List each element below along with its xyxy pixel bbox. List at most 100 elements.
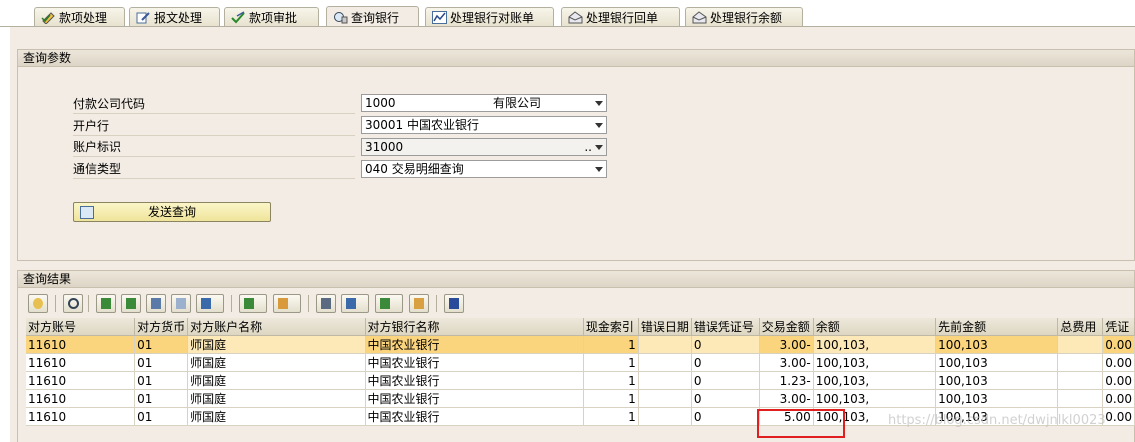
cell: 0 (691, 371, 760, 390)
cell (638, 353, 692, 372)
print-icon[interactable] (316, 294, 336, 313)
tab-process-bank-balance[interactable]: 处理银行余额 (685, 7, 803, 26)
cell (1057, 371, 1104, 390)
search-icon[interactable] (63, 294, 83, 313)
cell: 中国农业银行 (365, 371, 584, 390)
cell: 师国庭 (187, 353, 366, 372)
column-header[interactable]: 现金索引 (583, 318, 639, 336)
send-query-label: 发送查询 (147, 205, 196, 219)
cell: 1 (583, 353, 639, 372)
filter-icon[interactable] (196, 294, 224, 313)
column-header[interactable]: 交易金额 (759, 318, 814, 336)
company-code-dropdown[interactable]: 1000 有限公司 (361, 94, 607, 112)
cell: 1.23- (759, 371, 814, 390)
company-code-value: 1000 (365, 96, 396, 110)
cell: 3.00- (759, 353, 814, 372)
column-header[interactable]: 总费用 (1057, 318, 1104, 336)
cell: 11610 (26, 389, 136, 408)
bank-dropdown[interactable]: 30001 中国农业银行 (361, 116, 607, 134)
table-row[interactable]: 11610 01 师国庭 中国农业银行 1 0 3.00- 100,103, 1… (26, 335, 1135, 354)
bank-value: 30001 中国农业银行 (365, 118, 479, 132)
column-header[interactable]: 对方账户名称 (187, 318, 366, 336)
tab-payment-processing[interactable]: 款项处理 (34, 7, 125, 26)
cell (638, 389, 692, 408)
table-row[interactable]: 11610 01 师国庭 中国农业银行 1 0 3.00- 100,103, 1… (26, 353, 1135, 372)
column-header[interactable]: 凭证 (1102, 318, 1135, 336)
find-icon[interactable] (146, 294, 166, 313)
tab-process-bank-statement[interactable]: 处理银行对账单 (425, 7, 554, 26)
column-header[interactable]: 先前金额 (935, 318, 1059, 336)
column-header[interactable]: 错误日期 (638, 318, 692, 336)
details-icon[interactable] (28, 294, 48, 313)
chevron-down-icon (595, 123, 603, 128)
sort-asc-icon[interactable] (96, 294, 116, 313)
sort-desc-icon[interactable] (121, 294, 141, 313)
column-header[interactable]: 对方货币 (134, 318, 189, 336)
sum-icon[interactable] (239, 294, 267, 313)
column-header[interactable]: 错误凭证号 (691, 318, 760, 336)
cell: 1 (583, 389, 639, 408)
cell: 01 (134, 335, 189, 354)
comm-type-value: 040 交易明细查询 (365, 162, 464, 176)
tab-label: 报文处理 (154, 10, 203, 25)
cell: 中国农业银行 (365, 407, 584, 426)
send-icon (80, 206, 94, 219)
send-query-button[interactable]: 发送查询 (73, 202, 271, 222)
tab-strip: 款项处理 报文处理 款项审批 查询银行 处理银行对账单 处理银行回单 处理银行余… (0, 0, 1135, 28)
cell: 100,103, (813, 335, 937, 354)
views-icon[interactable] (341, 294, 369, 313)
tab-process-bank-receipt[interactable]: 处理银行回单 (561, 7, 680, 26)
info-icon[interactable] (444, 294, 464, 313)
tab-message-processing[interactable]: 报文处理 (129, 7, 220, 26)
cell: 11610 (26, 407, 136, 426)
layout-icon[interactable] (409, 294, 429, 313)
tab-label: 款项处理 (59, 10, 108, 25)
account-id-dropdown[interactable]: 31000 .. (361, 138, 607, 156)
cell: 师国庭 (187, 407, 366, 426)
tab-label: 查询银行 (351, 10, 400, 25)
highlight-box (757, 409, 845, 438)
column-header[interactable]: 余额 (813, 318, 937, 336)
pen-edit-icon (136, 11, 151, 24)
cell: 1 (583, 371, 639, 390)
find-next-icon[interactable] (171, 294, 191, 313)
cell: 1 (583, 335, 639, 354)
cell: 100,103, (813, 371, 937, 390)
tab-label: 处理银行回单 (586, 10, 659, 25)
divider (88, 295, 89, 312)
cell: 师国庭 (187, 371, 366, 390)
cell: 3.00- (759, 389, 814, 408)
cell: 100,103 (935, 335, 1059, 354)
cell (1057, 389, 1104, 408)
table-row[interactable]: 11610 01 师国庭 中国农业银行 1 0 1.23- 100,103, 1… (26, 371, 1135, 390)
pen-check-icon (41, 11, 56, 25)
checkmark-icon (231, 10, 246, 24)
comm-type-dropdown[interactable]: 040 交易明细查询 (361, 160, 607, 178)
chevron-down-icon (595, 101, 603, 106)
cell: 0.00 (1102, 335, 1135, 354)
column-header[interactable]: 对方银行名称 (365, 318, 584, 336)
export-icon[interactable] (375, 294, 403, 313)
watermark: https://blog.csdn.net/dwjnlkl0023 (888, 413, 1106, 428)
subtotal-icon[interactable] (273, 294, 301, 313)
results-table: 对方账号 对方货币 对方账户名称 对方银行名称 现金索引 错误日期 错误凭证号 … (26, 318, 1135, 426)
cell: 100,103 (935, 389, 1059, 408)
inbox-icon (692, 10, 707, 24)
tab-payment-approval[interactable]: 款项审批 (224, 7, 319, 26)
cell: 中国农业银行 (365, 389, 584, 408)
table-row[interactable]: 11610 01 师国庭 中国农业银行 1 0 3.00- 100,103, 1… (26, 389, 1135, 408)
cell: 11610 (26, 353, 136, 372)
cell (638, 371, 692, 390)
cell: 100,103, (813, 389, 937, 408)
inbox-icon (568, 10, 583, 24)
divider (231, 295, 232, 312)
tab-query-bank[interactable]: 查询银行 (326, 6, 419, 27)
cell: 11610 (26, 335, 136, 354)
column-header[interactable]: 对方账号 (26, 318, 136, 336)
cell: 01 (134, 389, 189, 408)
cell (1057, 335, 1104, 354)
comm-type-label: 通信类型 (73, 160, 355, 179)
tab-label: 处理银行对账单 (450, 10, 535, 25)
tab-label: 款项审批 (249, 10, 298, 25)
cell: 0 (691, 407, 760, 426)
